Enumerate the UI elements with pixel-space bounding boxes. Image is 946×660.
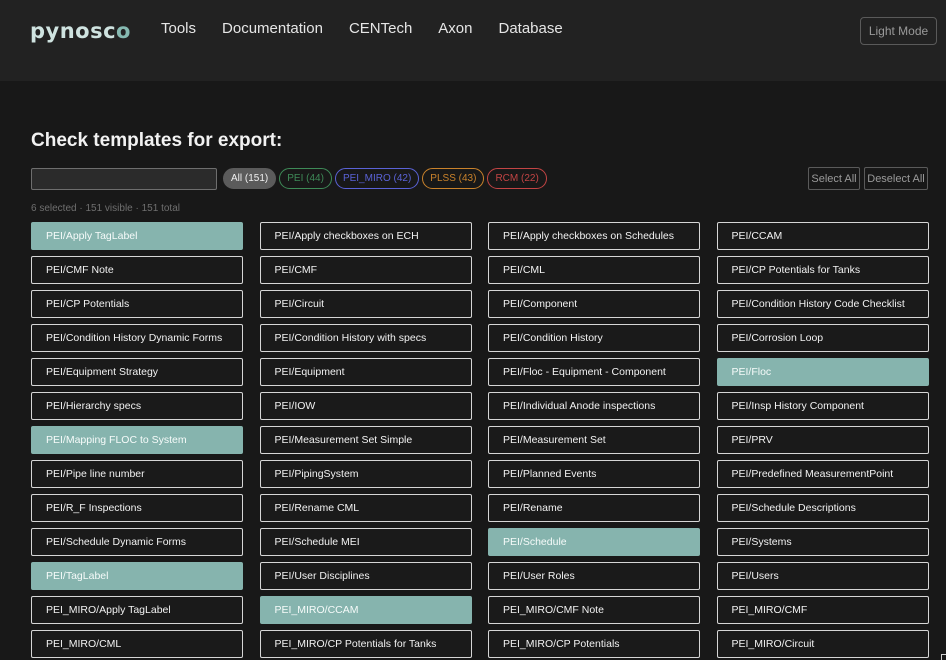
template-item[interactable]: PEI/Pipe line number: [31, 460, 243, 488]
template-item[interactable]: PEI/Systems: [716, 528, 929, 556]
nav-database[interactable]: Database: [499, 19, 563, 39]
template-item[interactable]: PEI/Schedule Descriptions: [716, 494, 929, 522]
top-navbar: pynosco Tools Documentation CENTech Axon…: [0, 0, 946, 81]
template-item[interactable]: PEI/Component: [488, 290, 700, 318]
filter-rcm[interactable]: RCM (22): [487, 168, 547, 189]
template-item[interactable]: PEI_MIRO/CP Potentials for Tanks: [259, 630, 472, 658]
filter-all[interactable]: All (151): [223, 168, 277, 189]
light-mode-button[interactable]: Light Mode: [860, 17, 937, 45]
page-title: Check templates for export:: [31, 130, 283, 151]
template-item[interactable]: PEI/Schedule: [488, 528, 700, 556]
logo-text-tail: o: [116, 19, 131, 43]
template-item[interactable]: PEI/CP Potentials: [31, 290, 243, 318]
template-item[interactable]: PEI/Measurement Set: [488, 426, 700, 454]
deselect-all-button[interactable]: Deselect All: [864, 167, 928, 190]
template-item[interactable]: PEI/Measurement Set Simple: [259, 426, 472, 454]
template-item[interactable]: PEI/Rename CML: [259, 494, 472, 522]
template-item[interactable]: PEI/CP Potentials for Tanks: [716, 256, 929, 284]
template-item[interactable]: PEI_MIRO/Apply TagLabel: [31, 596, 243, 624]
template-item[interactable]: PEI_MIRO/CMF: [716, 596, 929, 624]
template-item[interactable]: PEI/Condition History Code Checklist: [716, 290, 929, 318]
template-item[interactable]: PEI/Circuit: [259, 290, 472, 318]
template-item[interactable]: PEI/Equipment Strategy: [31, 358, 243, 386]
template-item[interactable]: PEI/Individual Anode inspections: [488, 392, 700, 420]
selection-status: 6 selected · 151 visible · 151 total: [31, 203, 180, 214]
template-item[interactable]: PEI/Hierarchy specs: [31, 392, 243, 420]
template-item[interactable]: PEI/Condition History: [488, 324, 700, 352]
template-item[interactable]: PEI_MIRO/CML: [31, 630, 243, 658]
template-item[interactable]: PEI/Condition History Dynamic Forms: [31, 324, 243, 352]
filter-pei[interactable]: PEI (44): [279, 168, 332, 189]
template-item[interactable]: PEI/PipingSystem: [259, 460, 472, 488]
nav-centech[interactable]: CENTech: [349, 19, 412, 39]
template-item[interactable]: PEI/IOW: [259, 392, 472, 420]
template-item[interactable]: PEI_MIRO/CP Potentials: [488, 630, 700, 658]
template-item[interactable]: PEI/Apply checkboxes on ECH: [259, 222, 472, 250]
filter-pills: All (151) PEI (44) PEI_MIRO (42) PLSS (4…: [223, 168, 550, 189]
template-item[interactable]: PEI/Condition History with specs: [259, 324, 472, 352]
resize-corner: [941, 654, 946, 660]
nav-axon[interactable]: Axon: [438, 19, 472, 39]
template-item[interactable]: PEI/Predefined MeasurementPoint: [716, 460, 929, 488]
template-item[interactable]: PEI_MIRO/CCAM: [259, 596, 472, 624]
template-item[interactable]: PEI/Corrosion Loop: [716, 324, 929, 352]
template-item[interactable]: PEI/PRV: [716, 426, 929, 454]
template-item[interactable]: PEI/Floc - Equipment - Component: [488, 358, 700, 386]
template-item[interactable]: PEI/Equipment: [259, 358, 472, 386]
template-grid: PEI/Apply TagLabel PEI/Apply checkboxes o…: [31, 222, 929, 658]
logo[interactable]: pynosco: [30, 17, 131, 45]
filter-plss[interactable]: PLSS (43): [422, 168, 485, 189]
template-item[interactable]: PEI/Schedule Dynamic Forms: [31, 528, 243, 556]
template-item[interactable]: PEI/Rename: [488, 494, 700, 522]
nav-tools[interactable]: Tools: [161, 19, 196, 39]
template-item[interactable]: PEI_MIRO/Circuit: [716, 630, 929, 658]
template-item[interactable]: PEI/CMF Note: [31, 256, 243, 284]
template-item[interactable]: PEI/R_F Inspections: [31, 494, 243, 522]
template-item[interactable]: PEI/CMF: [259, 256, 472, 284]
template-item[interactable]: PEI/Apply checkboxes on Schedules: [488, 222, 700, 250]
nav-documentation[interactable]: Documentation: [222, 19, 323, 39]
template-item[interactable]: PEI/Mapping FLOC to System: [31, 426, 243, 454]
template-item[interactable]: PEI/Apply TagLabel: [31, 222, 243, 250]
nav-links: Tools Documentation CENTech Axon Databas…: [161, 19, 589, 39]
template-item[interactable]: PEI/Floc: [716, 358, 929, 386]
template-item[interactable]: PEI/CCAM: [716, 222, 929, 250]
template-item[interactable]: PEI/Planned Events: [488, 460, 700, 488]
template-item[interactable]: PEI/User Disciplines: [259, 562, 472, 590]
template-item[interactable]: PEI/CML: [488, 256, 700, 284]
template-item[interactable]: PEI/Schedule MEI: [259, 528, 472, 556]
template-item[interactable]: PEI/Users: [716, 562, 929, 590]
select-all-button[interactable]: Select All: [808, 167, 860, 190]
template-item[interactable]: PEI/Insp History Component: [716, 392, 929, 420]
template-item[interactable]: PEI_MIRO/CMF Note: [488, 596, 700, 624]
logo-text: pynosc: [30, 19, 117, 43]
template-item[interactable]: PEI/TagLabel: [31, 562, 243, 590]
template-item[interactable]: PEI/User Roles: [488, 562, 700, 590]
filter-pei-miro[interactable]: PEI_MIRO (42): [334, 168, 420, 189]
search-input[interactable]: [31, 168, 217, 190]
